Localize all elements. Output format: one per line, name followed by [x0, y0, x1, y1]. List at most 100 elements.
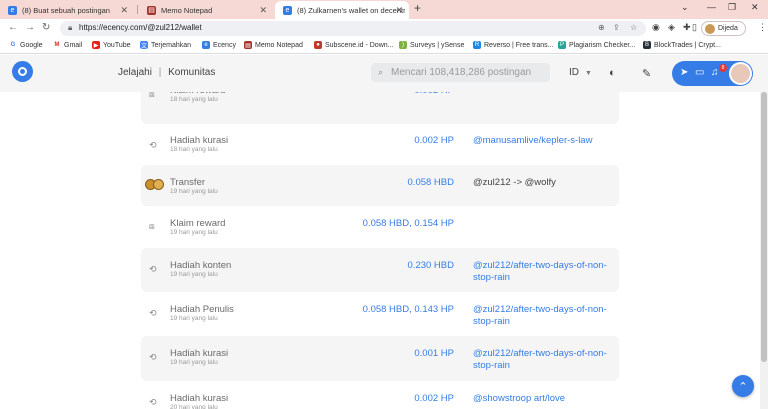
bookmark-ysense[interactable]: ) Surveys | ySense: [399, 41, 464, 49]
page-scrollbar[interactable]: [760, 92, 768, 409]
bookmark-google[interactable]: G Google: [9, 41, 43, 49]
close-tab-icon[interactable]: ✕: [395, 5, 403, 16]
bookmark-blocktrades[interactable]: B BlockTrades | Crypt...: [643, 41, 721, 49]
notifications-bell-icon[interactable]: ♫: [711, 67, 719, 78]
bookmark-label: Reverso | Free trans...: [484, 41, 554, 49]
share-icon[interactable]: ⇪: [613, 23, 620, 32]
extension-shield-icon[interactable]: ◈: [668, 22, 675, 33]
bookmark-memo-notepad[interactable]: ▤ Memo Notepad: [244, 41, 303, 49]
minimize-icon[interactable]: —: [707, 2, 716, 12]
back-icon[interactable]: ←: [8, 22, 18, 33]
transaction-amount: 0.002 HP: [414, 92, 454, 96]
bookmark-gmail[interactable]: M Gmail: [53, 41, 82, 49]
tab-memo-notepad[interactable]: ▤ Memo Notepad ✕: [139, 1, 273, 19]
ysense-icon: ): [399, 41, 407, 49]
browser-tab-strip: e (8) Buat sebuah postingan ✕ ▤ Memo Not…: [0, 0, 768, 19]
bookmark-ecency[interactable]: e Ecency: [202, 41, 236, 49]
create-post-pencil-icon[interactable]: ✎: [642, 67, 651, 80]
google-icon: G: [9, 41, 17, 49]
nav-communities[interactable]: Komunitas: [168, 67, 215, 78]
transaction-type: Hadiah konten: [170, 260, 232, 271]
address-bar[interactable]: 🔒︎ https://ecency.com/@zul212/wallet ⊕ ⇪…: [60, 21, 646, 36]
search-box: ⌕: [371, 63, 550, 82]
close-tab-icon[interactable]: ✕: [120, 5, 128, 16]
transaction-time: 19 hari yang lalu: [170, 315, 218, 322]
transaction-row: ⟲ Hadiah konten 19 hari yang lalu 0.230 HBD…: [141, 248, 619, 292]
transaction-post-link[interactable]: @showstroop art/love: [473, 393, 618, 405]
transaction-row: ⧈ Klaim reward 19 hari yang lalu 0.058 HBD,…: [141, 206, 619, 247]
transaction-post-link[interactable]: @zul212/after-two-days-of-non-stop-rain: [473, 304, 618, 328]
bookmark-reverso[interactable]: R Reverso | Free trans...: [473, 41, 554, 49]
transfer-parties[interactable]: @zul212 -> @wolfy: [473, 177, 618, 189]
transaction-type: Transfer: [170, 177, 206, 188]
profile-button[interactable]: Dijeda: [701, 21, 746, 36]
transaction-row: ⟲ Hadiah kurasi 19 hari yang lalu 0.001 HP @…: [141, 336, 619, 381]
language-selector[interactable]: ID ▼: [569, 67, 592, 78]
tab-title: (8) Zulkarnen's wallet on decentr: [297, 5, 405, 15]
profile-avatar: [705, 23, 715, 34]
transaction-time: 18 hari yang lalu: [170, 96, 218, 103]
bookmark-label: Terjemahkan: [151, 41, 192, 49]
theme-toggle-icon[interactable]: ◐: [609, 67, 616, 79]
bookmark-youtube[interactable]: ▶ YouTube: [92, 41, 131, 49]
new-tab-icon[interactable]: +: [414, 1, 421, 15]
zoom-icon[interactable]: ⊕: [598, 23, 605, 32]
notepad-favicon-icon: ▤: [147, 5, 156, 15]
bookmark-label: Subscene.id - Down...: [325, 41, 394, 49]
bookmark-star-icon[interactable]: ☆: [630, 23, 637, 32]
curation-reward-icon: ⟲: [149, 140, 157, 150]
bookmark-plagiarism-checker[interactable]: P Plagiarism Checker...: [558, 41, 635, 49]
forward-icon[interactable]: →: [25, 22, 35, 33]
transaction-time: 19 hari yang lalu: [170, 271, 218, 278]
reload-icon[interactable]: ↻: [42, 22, 50, 33]
extensions-puzzle-icon[interactable]: ✚: [683, 22, 691, 33]
author-reward-icon: ⟲: [149, 308, 157, 318]
blocktrades-icon: B: [643, 41, 651, 49]
bookmark-label: Surveys | ySense: [410, 41, 465, 49]
transaction-amount: 0.058 HBD, 0.143 HP: [362, 304, 454, 315]
search-input[interactable]: [391, 65, 546, 80]
extension-grammar-icon[interactable]: ◉: [652, 22, 660, 33]
subscene-icon: ●: [314, 41, 322, 49]
user-avatar[interactable]: [729, 62, 752, 85]
tab-title: (8) Buat sebuah postingan: [22, 5, 110, 15]
transaction-time: 19 hari yang lalu: [170, 188, 218, 195]
tab-buat-postingan[interactable]: e (8) Buat sebuah postingan ✕: [0, 1, 134, 19]
ecency-favicon-icon: e: [283, 5, 292, 15]
send-transfer-icon[interactable]: ➤: [680, 67, 688, 78]
site-header: Jelajahi | Komunitas ⌕ ID ▼ ◐ ✎ ➤ ▭ ♫ 8: [0, 55, 768, 92]
side-panel-icon[interactable]: ▯: [692, 22, 697, 33]
chevron-up-icon: ⌃: [738, 380, 748, 393]
transaction-post-link[interactable]: @manusamlive/kepler-s-law: [473, 135, 618, 147]
notepad-icon: ▤: [244, 41, 252, 49]
bookmark-label: Memo Notepad: [255, 41, 303, 49]
bookmark-subscene[interactable]: ● Subscene.id - Down...: [314, 41, 393, 49]
search-icon: ⌕: [378, 67, 384, 77]
nav-explore[interactable]: Jelajahi: [118, 67, 152, 78]
transaction-post-link[interactable]: @zul212/after-two-days-of-non-stop-rain: [473, 348, 618, 372]
restore-icon[interactable]: ❐: [728, 2, 736, 13]
browser-menu-icon[interactable]: ⋮: [758, 22, 767, 33]
scrollbar-thumb[interactable]: [761, 92, 767, 362]
transaction-post-link[interactable]: @zul212/after-two-days-of-non-stop-rain: [473, 260, 618, 284]
transfer-avatar[interactable]: [145, 179, 165, 193]
scroll-to-top-button[interactable]: ⌃: [732, 375, 754, 397]
logo-mark-icon: [18, 67, 27, 76]
bookmark-translate[interactable]: 文 Terjemahkan: [140, 41, 192, 50]
user-actions: ➤ ▭ ♫ 8: [672, 61, 753, 86]
lock-icon[interactable]: 🔒︎: [68, 23, 72, 33]
profile-name: Dijeda: [718, 25, 738, 32]
close-window-icon[interactable]: ✕: [751, 2, 759, 13]
plagiarism-icon: P: [558, 41, 566, 49]
gmail-icon: M: [53, 41, 61, 49]
tab-divider: [137, 5, 138, 14]
transaction-row: ⟲ Hadiah Penulis 19 hari yang lalu 0.058 HB…: [141, 292, 619, 336]
close-tab-icon[interactable]: ✕: [259, 5, 267, 16]
tab-search-chevron-icon[interactable]: ⌄: [681, 2, 689, 13]
tab-wallet[interactable]: e (8) Zulkarnen's wallet on decentr ✕: [275, 1, 409, 19]
transaction-type: Hadiah Penulis: [170, 304, 234, 315]
wallet-icon[interactable]: ▭: [695, 67, 704, 78]
ecency-logo[interactable]: [12, 61, 33, 82]
main-nav: Jelajahi | Komunitas: [118, 67, 215, 78]
transaction-type: Hadiah kurasi: [170, 393, 229, 404]
